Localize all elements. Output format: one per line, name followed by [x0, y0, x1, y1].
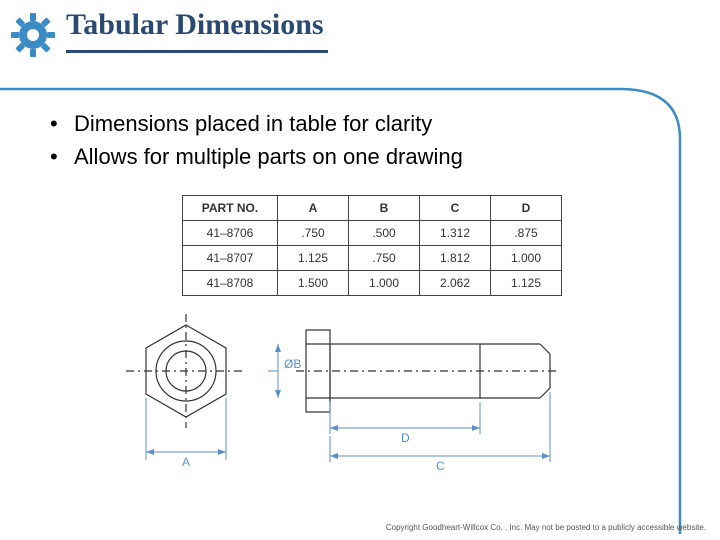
dim-label-a: A	[182, 455, 190, 469]
col-b: B	[349, 196, 420, 221]
cell-part: 41–8708	[183, 271, 278, 296]
copyright-footer: Copyright Goodheart-Willcox Co. , Inc. M…	[386, 523, 706, 532]
bullet-item: • Dimensions placed in table for clarity	[50, 110, 463, 139]
slide-title: Tabular Dimensions	[66, 8, 324, 42]
table-row: 41–8706 .750 .500 1.312 .875	[183, 221, 562, 246]
part-drawing: A ØB D C	[118, 310, 598, 490]
table-row: 41–8708 1.500 1.000 2.062 1.125	[183, 271, 562, 296]
cell-d: 1.125	[491, 271, 562, 296]
slide: Tabular Dimensions • Dimensions placed i…	[0, 0, 720, 540]
bullet-dot-icon: •	[50, 110, 74, 139]
dim-label-b: ØB	[284, 357, 301, 371]
cell-c: 1.312	[420, 221, 491, 246]
cell-a: 1.125	[278, 246, 349, 271]
cell-a: .750	[278, 221, 349, 246]
table-header-row: PART NO. A B C D	[183, 196, 562, 221]
bullet-dot-icon: •	[50, 143, 74, 172]
bullet-text: Allows for multiple parts on one drawing	[74, 143, 463, 172]
col-a: A	[278, 196, 349, 221]
col-part: PART NO.	[183, 196, 278, 221]
cell-a: 1.500	[278, 271, 349, 296]
title-underline	[66, 50, 328, 53]
cell-c: 1.812	[420, 246, 491, 271]
table-row: 41–8707 1.125 .750 1.812 1.000	[183, 246, 562, 271]
bullet-item: • Allows for multiple parts on one drawi…	[50, 143, 463, 172]
gear-icon	[8, 10, 58, 60]
col-c: C	[420, 196, 491, 221]
bullet-text: Dimensions placed in table for clarity	[74, 110, 432, 139]
dimensions-table: PART NO. A B C D 41–8706 .750 .500 1.312…	[182, 195, 562, 296]
col-d: D	[491, 196, 562, 221]
cell-d: 1.000	[491, 246, 562, 271]
dim-label-c: C	[436, 459, 445, 473]
cell-b: .500	[349, 221, 420, 246]
dim-label-d: D	[401, 431, 410, 445]
cell-b: 1.000	[349, 271, 420, 296]
cell-d: .875	[491, 221, 562, 246]
cell-part: 41–8707	[183, 246, 278, 271]
bullet-list: • Dimensions placed in table for clarity…	[50, 110, 463, 175]
cell-c: 2.062	[420, 271, 491, 296]
cell-b: .750	[349, 246, 420, 271]
cell-part: 41–8706	[183, 221, 278, 246]
